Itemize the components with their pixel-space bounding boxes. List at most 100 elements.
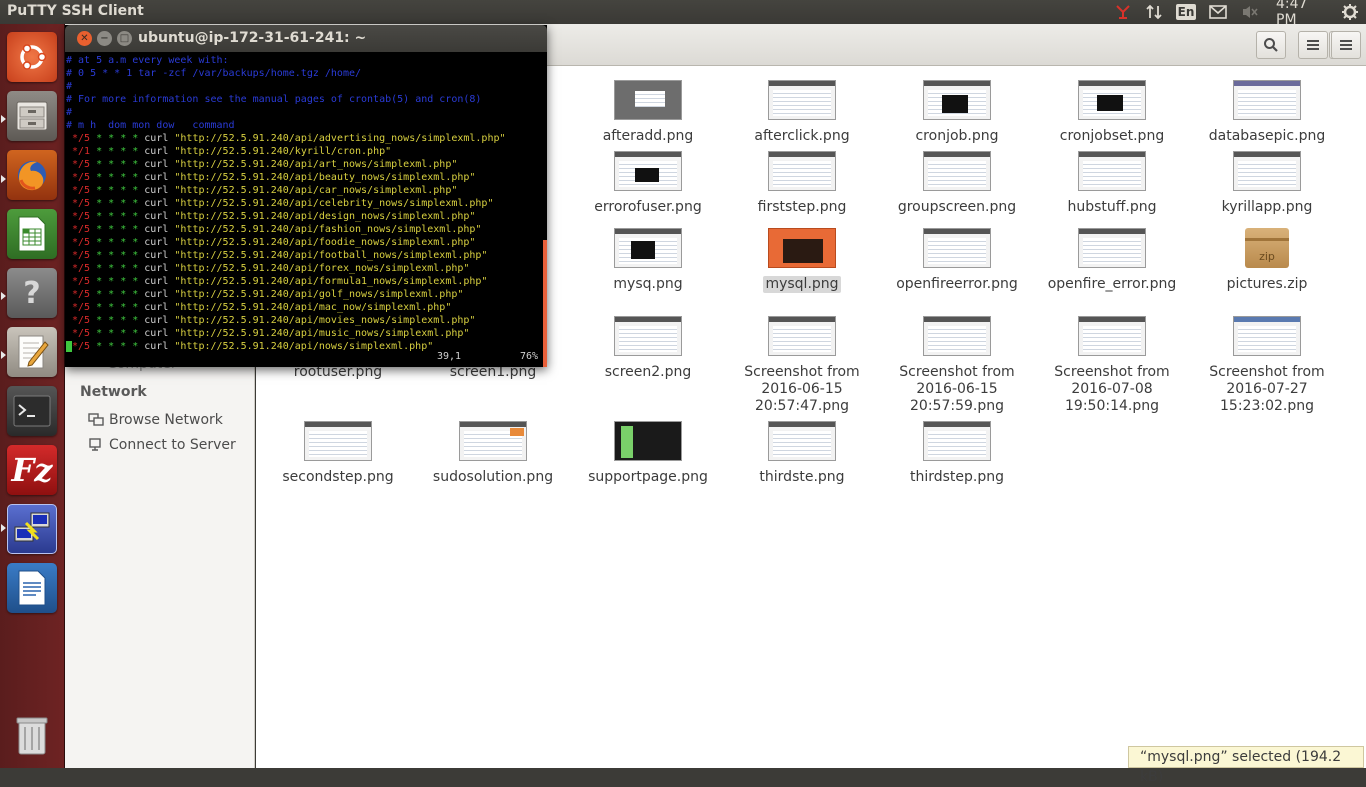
image-thumbnail: [923, 228, 991, 268]
file-item[interactable]: groupscreen.png: [882, 151, 1032, 216]
sidebar-item-connect-to-server[interactable]: Connect to Server: [88, 437, 236, 453]
terminal-text-segment: * * * *: [90, 159, 139, 170]
sidebar-item-browse-network[interactable]: Browse Network: [88, 412, 223, 428]
image-thumbnail: [459, 421, 527, 461]
file-item[interactable]: errorofuser.png: [573, 151, 723, 216]
libreoffice-writer-icon[interactable]: [7, 563, 57, 613]
close-button[interactable]: ✕: [77, 31, 92, 46]
putty-titlebar[interactable]: ✕ − □ ubuntu@ip-172-31-61-241: ~: [65, 25, 547, 52]
terminal-text-segment: curl: [138, 263, 175, 274]
image-thumbnail: [768, 421, 836, 461]
image-thumbnail: [614, 228, 682, 268]
file-item[interactable]: hubstuff.png: [1037, 151, 1187, 216]
ubuntu-dash-icon[interactable]: [7, 32, 57, 82]
terminal-text-segment: */5: [66, 211, 91, 222]
terminal-text-segment: */5: [66, 133, 91, 144]
terminal-scrollbar[interactable]: [543, 240, 547, 367]
file-item-selected[interactable]: mysql.png: [727, 228, 877, 293]
file-item[interactable]: databasepic.png: [1192, 80, 1342, 145]
file-item[interactable]: firststep.png: [727, 151, 877, 216]
network-icon[interactable]: [1112, 2, 1134, 22]
app-menu-button[interactable]: [1331, 31, 1361, 59]
files-icon[interactable]: [7, 91, 57, 141]
file-name: hubstuff.png: [1067, 199, 1157, 215]
terminal-line: */5 * * * * curl "http://52.5.91.240/api…: [66, 210, 547, 223]
maximize-button[interactable]: □: [117, 31, 132, 46]
image-thumbnail: [768, 80, 836, 120]
image-thumbnail: [768, 316, 836, 356]
terminal-line: # at 5 a.m every week with:: [66, 54, 547, 67]
file-item[interactable]: sudosolution.png: [418, 421, 568, 486]
selection-status: “mysql.png” selected (194.2 kB): [1128, 746, 1364, 785]
trash-icon[interactable]: [7, 710, 57, 760]
file-item[interactable]: cronjobset.png: [1037, 80, 1187, 145]
putty-icon[interactable]: [7, 504, 57, 554]
file-item[interactable]: zip pictures.zip: [1192, 228, 1342, 293]
file-item[interactable]: openfire_error.png: [1037, 228, 1187, 293]
transfer-icon[interactable]: [1143, 2, 1165, 22]
file-name: afteradd.png: [602, 128, 694, 144]
file-item[interactable]: kyrillapp.png: [1192, 151, 1342, 216]
minimize-button[interactable]: −: [97, 31, 112, 46]
file-name: sudosolution.png: [432, 469, 554, 485]
file-item[interactable]: afterclick.png: [727, 80, 877, 145]
file-item[interactable]: openfireerror.png: [882, 228, 1032, 293]
image-thumbnail: [768, 151, 836, 191]
image-thumbnail: [1078, 151, 1146, 191]
file-item[interactable]: Screenshot from 2016-07-27 15:23:02.png: [1192, 316, 1342, 415]
firefox-icon[interactable]: [7, 150, 57, 200]
terminal-text-segment: curl: [138, 159, 175, 170]
terminal-text-segment: */5: [66, 328, 91, 339]
file-item[interactable]: screen2.png: [573, 316, 723, 381]
terminal-text-segment: "http://52.5.91.240/api/nows/simplexml.p…: [174, 341, 434, 352]
terminal-text-segment: # at 5 a.m every week with:: [66, 55, 229, 66]
file-item[interactable]: Screenshot from 2016-06-15 20:57:47.png: [727, 316, 877, 415]
file-item[interactable]: thirdstep.png: [882, 421, 1032, 486]
file-item[interactable]: mysq.png: [573, 228, 723, 293]
terminal-icon[interactable]: [7, 386, 57, 436]
terminal-line: # m h dom mon dow command: [66, 119, 547, 132]
terminal-text-segment: curl: [138, 289, 175, 300]
file-item[interactable]: afteradd.png: [573, 80, 723, 145]
terminal-line: */5 * * * * curl "http://52.5.91.240/api…: [66, 223, 547, 236]
terminal-line: */5 * * * * curl "http://52.5.91.240/api…: [66, 184, 547, 197]
launcher: ? Fz: [0, 24, 65, 768]
keyboard-icon[interactable]: En: [1175, 2, 1197, 22]
search-button[interactable]: [1256, 31, 1286, 59]
libreoffice-calc-icon[interactable]: [7, 209, 57, 259]
terminal-text-segment: curl: [138, 315, 175, 326]
settings-gear-icon[interactable]: [1339, 2, 1361, 22]
help-icon[interactable]: ?: [7, 268, 57, 318]
terminal-text-segment: curl: [138, 328, 175, 339]
file-name: errorofuser.png: [594, 199, 702, 215]
clock[interactable]: 4:47 PM: [1276, 0, 1332, 28]
file-item[interactable]: Screenshot from 2016-06-15 20:57:59.png: [882, 316, 1032, 415]
volume-icon[interactable]: [1239, 2, 1261, 22]
filezilla-icon[interactable]: Fz: [7, 445, 57, 495]
image-thumbnail: [614, 316, 682, 356]
terminal-text-segment: "http://52.5.91.240/api/formula1_nows/si…: [174, 276, 488, 287]
file-item[interactable]: cronjob.png: [882, 80, 1032, 145]
view-list-button[interactable]: [1298, 31, 1328, 59]
mail-icon[interactable]: [1207, 2, 1229, 22]
keyboard-layout-label: En: [1175, 4, 1197, 20]
terminal-text-segment: "http://52.5.91.240/kyrill/cron.php": [174, 146, 392, 157]
terminal-output[interactable]: # at 5 a.m every week with: # 0 5 * * 1 t…: [65, 52, 547, 367]
image-thumbnail: [614, 80, 682, 120]
terminal-text-segment: */5: [72, 341, 91, 352]
terminal-text-segment: "http://52.5.91.240/api/fashion_nows/sim…: [174, 224, 482, 235]
terminal-text-segment: "http://52.5.91.240/api/foodie_nows/simp…: [174, 237, 476, 248]
sidebar-item-label: Connect to Server: [109, 437, 236, 453]
terminal-text-segment: */5: [66, 224, 91, 235]
file-item[interactable]: Screenshot from 2016-07-08 19:50:14.png: [1037, 316, 1187, 415]
terminal-text-segment: */5: [66, 237, 91, 248]
file-item[interactable]: thirdste.png: [727, 421, 877, 486]
file-item[interactable]: supportpage.png: [573, 421, 723, 486]
text-editor-icon[interactable]: [7, 327, 57, 377]
list-icon: [1307, 40, 1319, 50]
terminal-text-segment: */5: [66, 185, 91, 196]
file-item[interactable]: secondstep.png: [263, 421, 413, 486]
file-name: Screenshot from 2016-07-27 15:23:02.png: [1209, 364, 1325, 414]
terminal-text-segment: curl: [138, 211, 175, 222]
putty-window[interactable]: ✕ − □ ubuntu@ip-172-31-61-241: ~ # at 5 …: [65, 25, 547, 367]
